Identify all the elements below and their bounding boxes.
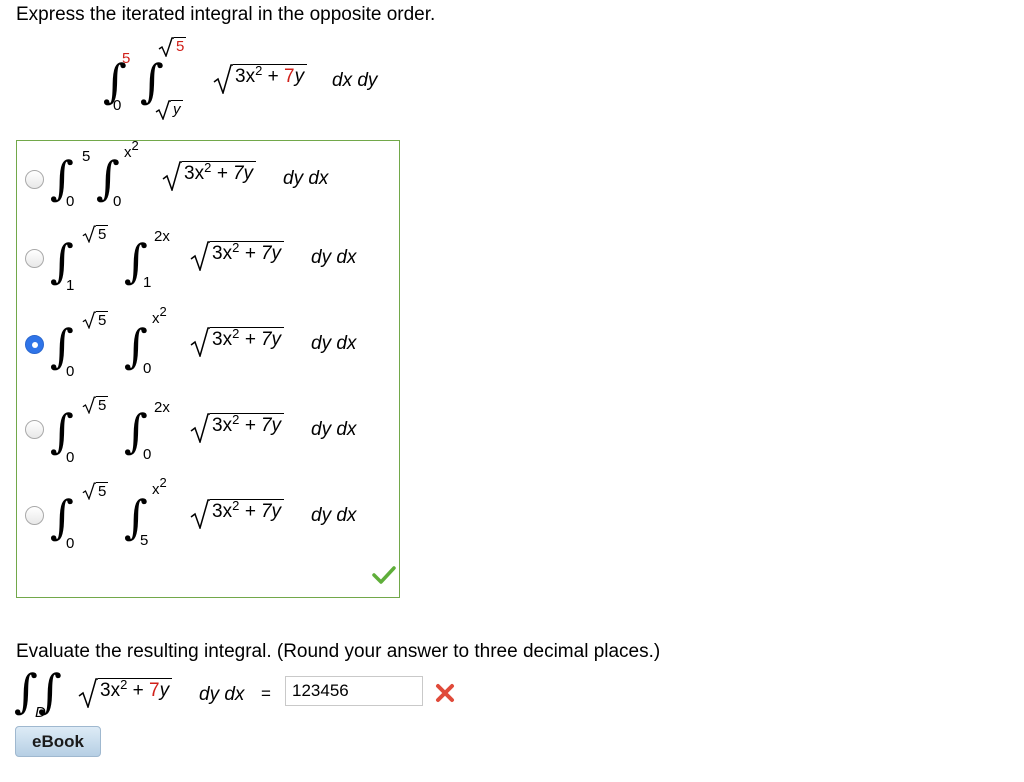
question-1-prompt: Express the iterated integral in the opp… [16, 4, 436, 25]
option-5-outer-upper: 5 [82, 482, 109, 500]
sqrt-icon [190, 241, 210, 271]
option-4-outer-lower: 0 [66, 449, 75, 466]
option-5-radio[interactable] [25, 506, 44, 525]
sqrt-icon [155, 100, 171, 120]
option-1-radio[interactable] [25, 170, 44, 189]
x-mark-icon [436, 684, 454, 702]
given-radicand: 3x2 + 7y [233, 63, 308, 89]
option-2-order: dy dx [311, 247, 357, 268]
integral-sign-icon: ∫ [50, 490, 74, 544]
option-4-inner-upper: 2x [154, 399, 170, 416]
option-5-outer-lower: 0 [66, 535, 75, 552]
evaluate-radical: 3x2 + 7y [78, 677, 173, 708]
option-1-inner-upper: x2 [124, 138, 139, 161]
sqrt-icon [190, 327, 210, 357]
option-1-order: dy dx [283, 168, 329, 189]
option-1-radical: 3x2 + 7y [162, 160, 257, 191]
checkmark-icon [372, 566, 396, 584]
option-1-outer-lower: 0 [66, 193, 75, 210]
option-4-radical: 3x2 + 7y [190, 412, 285, 443]
option-4-radio[interactable] [25, 420, 44, 439]
option-2-inner-lower: 1 [143, 274, 152, 291]
sqrt-icon [162, 161, 182, 191]
option-3-outer-lower: 0 [66, 363, 75, 380]
option-1-inner-lower: 0 [113, 193, 122, 210]
option-3-outer-upper: 5 [82, 311, 109, 329]
evaluate-order: dy dx [199, 684, 245, 705]
option-5-inner-upper: x2 [152, 475, 167, 498]
option-4-outer-upper: 5 [82, 396, 109, 414]
given-radical: 3x2 + 7y [213, 63, 308, 94]
ebook-button[interactable]: eBook [15, 726, 101, 757]
outer-lower-limit: 0 [113, 97, 122, 114]
option-2-radio[interactable] [25, 249, 44, 268]
sqrt-icon [82, 311, 96, 329]
inner-integral-sign: ∫ [140, 54, 164, 108]
option-2-inner-upper: 2x [154, 228, 170, 245]
given-differential-order: dx dy [332, 70, 378, 91]
option-2-radical: 3x2 + 7y [190, 240, 285, 271]
option-1-outer-upper: 5 [82, 148, 91, 165]
option-4-order: dy dx [311, 419, 357, 440]
sqrt-icon [213, 64, 233, 94]
option-5-order: dy dx [311, 505, 357, 526]
option-5-radical: 3x2 + 7y [190, 498, 285, 529]
integral-sign-icon: ∫ [50, 404, 74, 458]
option-3-order: dy dx [311, 333, 357, 354]
sqrt-icon [158, 37, 174, 57]
sqrt-icon [190, 413, 210, 443]
option-2-outer-upper: 5 [82, 225, 109, 243]
outer-upper-limit: 5 [122, 50, 131, 67]
inner-lower-limit: y [155, 100, 183, 120]
sqrt-icon [82, 225, 96, 243]
option-3-inner-lower: 0 [143, 360, 152, 377]
option-5-inner-lower: 5 [140, 532, 149, 549]
sqrt-icon [78, 678, 98, 708]
equals-sign: = [261, 684, 271, 703]
option-3-radio-selected[interactable] [25, 335, 44, 354]
answer-input[interactable]: 123456 [285, 676, 423, 706]
question-2-prompt: Evaluate the resulting integral. (Round … [16, 641, 661, 662]
sqrt-icon [82, 482, 96, 500]
sqrt-icon [190, 499, 210, 529]
option-3-inner-upper: x2 [152, 304, 167, 327]
inner-upper-limit: 5 [158, 37, 187, 57]
sqrt-icon [82, 396, 96, 414]
option-2-outer-lower: 1 [66, 277, 75, 294]
option-4-inner-lower: 0 [143, 446, 152, 463]
region-label: D [35, 704, 46, 721]
option-3-radical: 3x2 + 7y [190, 326, 285, 357]
